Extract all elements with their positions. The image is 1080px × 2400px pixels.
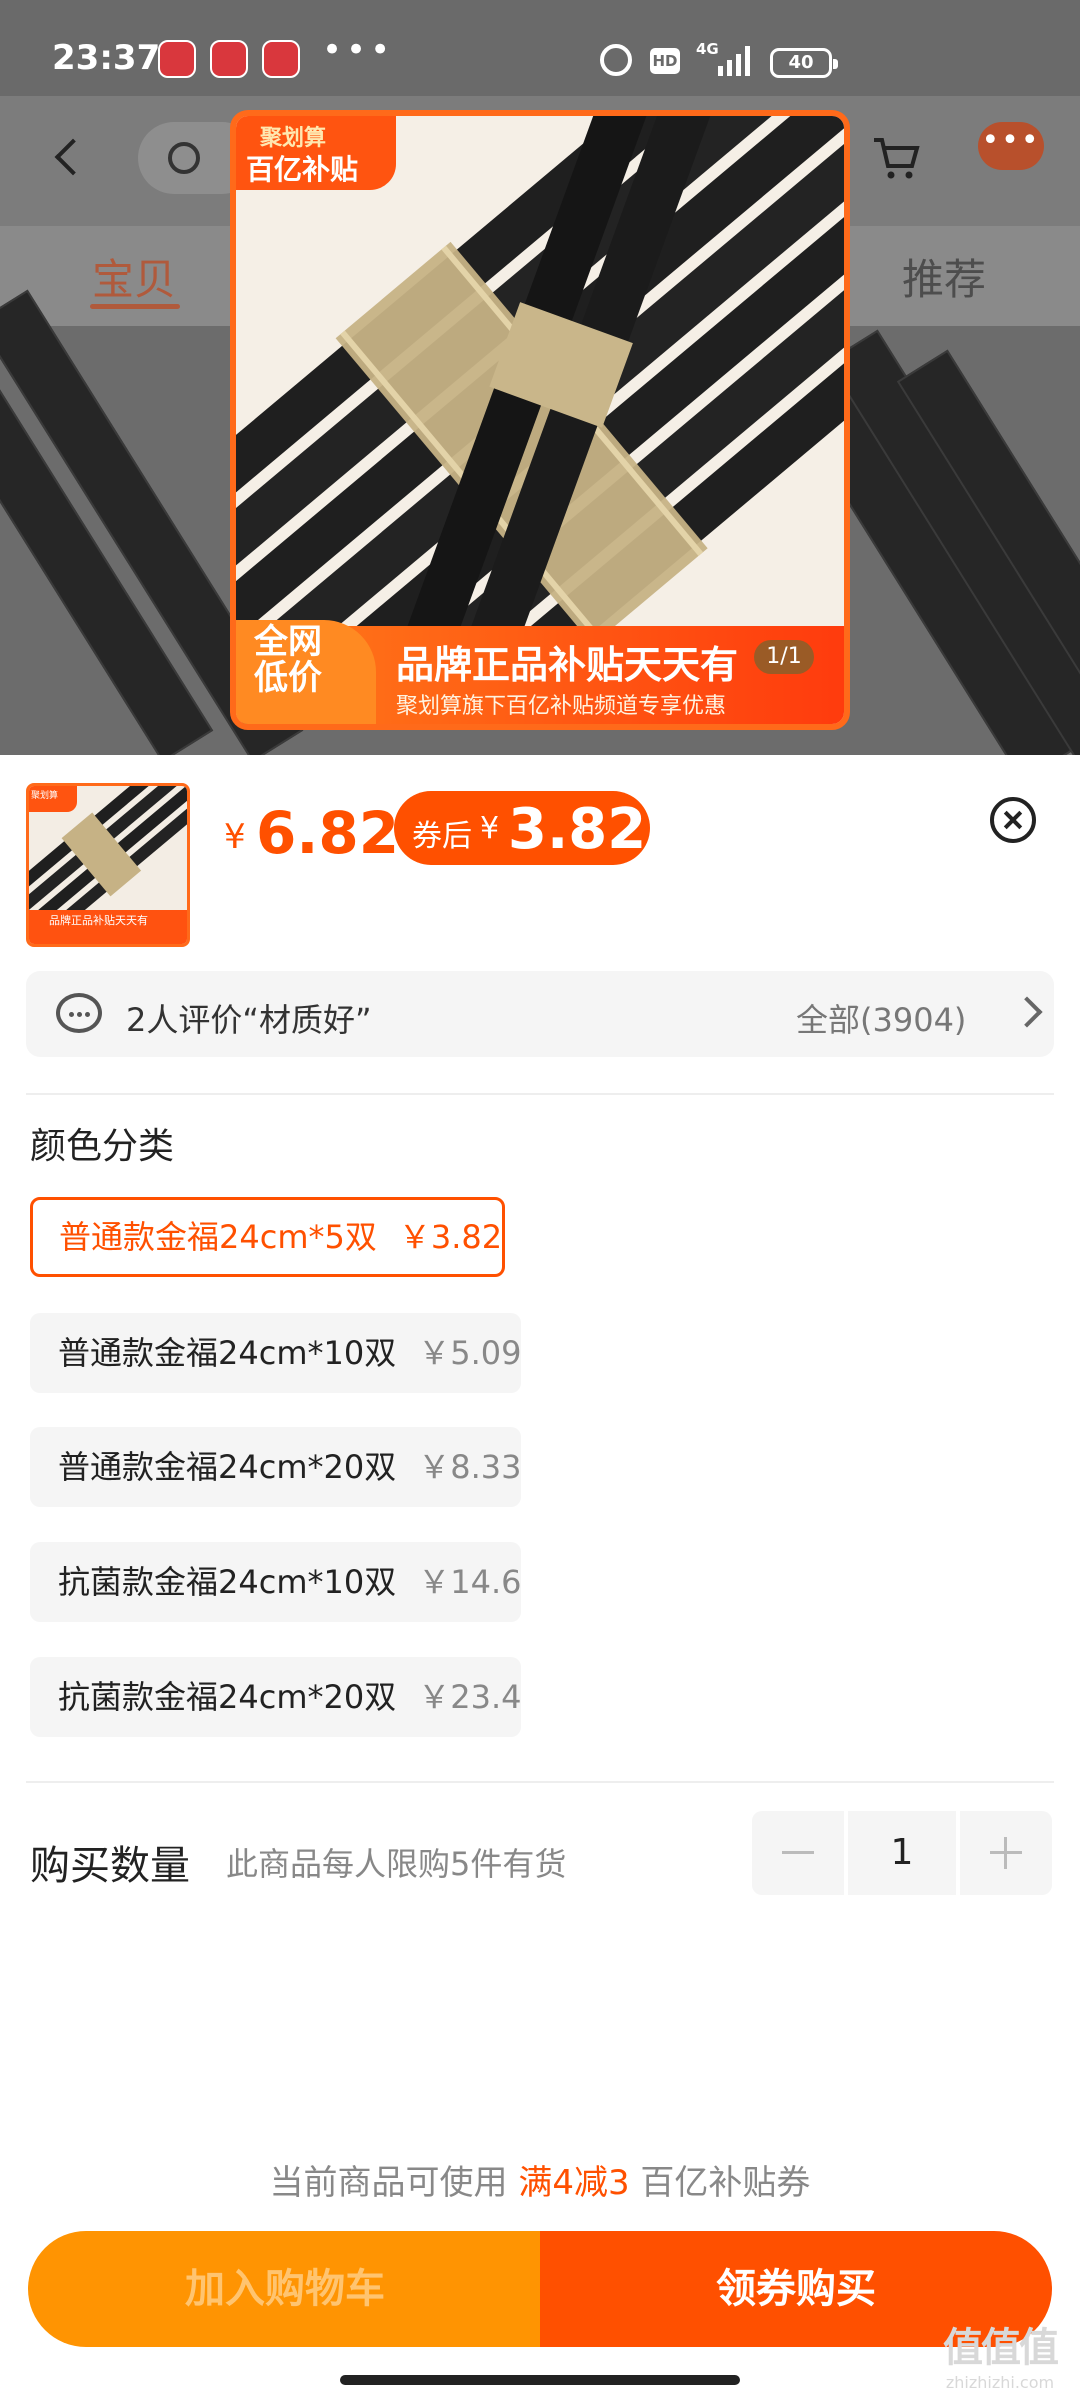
product-image-preview[interactable]: 聚划算 百亿补贴 全网低价 品牌正品补贴天天有 聚划算旗下百亿补贴频道专享优惠 …: [230, 110, 850, 730]
home-indicator[interactable]: [340, 2375, 740, 2385]
comment-icon-dot: [77, 1012, 82, 1017]
thumbnail-banner: 品牌正品补贴天天有: [29, 910, 187, 944]
quantity-label: 购买数量: [30, 1843, 190, 1889]
coupon-note-highlight: 满4减3: [518, 2163, 630, 2203]
promo-tag: 聚划算 百亿补贴: [236, 116, 396, 190]
promo-tag-main: 百亿补贴: [246, 153, 359, 186]
option-price: ￥14.6: [418, 1563, 522, 1601]
thumbnail-banner-text: 品牌正品补贴天天有: [49, 914, 148, 927]
add-to-cart-button[interactable]: 加入购物车: [28, 2231, 542, 2347]
coupon-note-prefix: 当前商品可使用: [269, 2163, 519, 2203]
coupon-label: 券后: [412, 819, 472, 854]
promo-subline: 聚划算旗下百亿补贴频道专享优惠: [396, 694, 727, 719]
review-summary[interactable]: 2人评价“材质好” 全部(3904): [26, 971, 1054, 1057]
sku-option[interactable]: 普通款金福24cm*10双 ￥5.09: [30, 1313, 522, 1393]
chevron-right-icon: [1011, 996, 1043, 1028]
option-price: ￥23.4: [418, 1678, 522, 1716]
promo-banner: 全网低价 品牌正品补贴天天有 聚划算旗下百亿补贴频道专享优惠 1/1: [236, 620, 844, 724]
more-button[interactable]: •••: [978, 122, 1044, 170]
review-all-link[interactable]: 全部(3904): [796, 995, 966, 1041]
sku-bottom-sheet: 聚划算 品牌正品补贴天天有 ¥ 6.82 券后 ¥ 3.82 2人评价“材质好”…: [0, 755, 1080, 2400]
promo-headline: 品牌正品补贴天天有: [396, 643, 739, 687]
watermark-logo: 值值值: [943, 2325, 1059, 2371]
app-notification-icon: [210, 40, 248, 78]
price-value: 6.82: [256, 799, 400, 867]
low-price-badge: 全网低价: [236, 620, 376, 724]
coupon-price-badge: 券后 ¥ 3.82: [394, 791, 650, 865]
quantity-value[interactable]: 1: [848, 1811, 956, 1895]
sku-option-selected[interactable]: 普通款金福24cm*5双 ￥3.82: [30, 1197, 506, 1277]
coupon-price: 3.82: [508, 797, 647, 862]
option-price: ￥5.09: [418, 1334, 522, 1372]
option-name: 普通款金福24cm*20双: [58, 1448, 397, 1486]
quantity-increase-button[interactable]: [960, 1811, 1052, 1895]
option-name: 普通款金福24cm*10双: [58, 1334, 397, 1372]
option-name: 抗菌款金福24cm*20双: [58, 1678, 397, 1716]
badge-text: 全网低价: [254, 622, 322, 698]
sku-option[interactable]: 普通款金福24cm*20双 ￥8.33: [30, 1427, 522, 1507]
active-tab-indicator: [90, 304, 180, 309]
comment-icon: [56, 993, 102, 1033]
close-icon[interactable]: [990, 797, 1036, 843]
sku-option[interactable]: 抗菌款金福24cm*20双 ￥23.4: [30, 1657, 522, 1737]
coupon-currency: ¥: [480, 811, 500, 846]
watermark-url: zhizhizhi.com: [945, 2373, 1055, 2392]
option-price: ￥3.82: [398, 1218, 503, 1256]
cart-icon[interactable]: [872, 136, 920, 180]
option-name: 普通款金福24cm*5双: [59, 1218, 377, 1256]
search-icon: [168, 142, 200, 174]
watermark: 值值值 zhizhizhi.com: [930, 2315, 1070, 2392]
quantity-limit-note: 此商品每人限购5件有货: [226, 1845, 567, 1883]
back-icon[interactable]: [54, 138, 92, 176]
price-currency: ¥: [224, 817, 246, 857]
tab-recommend[interactable]: 推荐: [902, 246, 986, 307]
divider: [26, 1093, 1054, 1095]
review-highlight: 2人评价“材质好”: [126, 1001, 372, 1039]
comment-icon-dot: [69, 1012, 74, 1017]
quantity-decrease-button[interactable]: [752, 1811, 844, 1895]
coupon-note: 当前商品可使用 满4减3 百亿补贴券: [0, 2155, 1080, 2204]
battery-icon: 40: [770, 48, 838, 78]
hd-icon: HD: [650, 48, 680, 74]
product-thumbnail[interactable]: 聚划算 品牌正品补贴天天有: [26, 783, 190, 947]
option-name: 抗菌款金福24cm*10双: [58, 1563, 397, 1601]
more-notifications-icon: •••: [322, 30, 395, 70]
tab-item[interactable]: 宝贝: [92, 246, 176, 307]
thumbnail-tag: 聚划算: [29, 786, 77, 812]
image-counter: 1/1: [754, 640, 814, 674]
app-notification-icon: [158, 40, 196, 78]
section-title: 颜色分类: [30, 1126, 175, 1167]
coupon-note-suffix: 百亿补贴券: [629, 2163, 811, 2203]
sku-option[interactable]: 抗菌款金福24cm*10双 ￥14.6: [30, 1542, 522, 1622]
status-time: 23:37: [52, 38, 161, 78]
alarm-icon: [600, 44, 632, 76]
app-notification-icon: [262, 40, 300, 78]
signal-icon: [718, 46, 750, 76]
divider: [26, 1781, 1054, 1783]
option-price: ￥8.33: [418, 1448, 522, 1486]
comment-icon-dot: [85, 1012, 90, 1017]
status-bar: 23:37 ••• HD 4G 40: [0, 0, 1080, 96]
